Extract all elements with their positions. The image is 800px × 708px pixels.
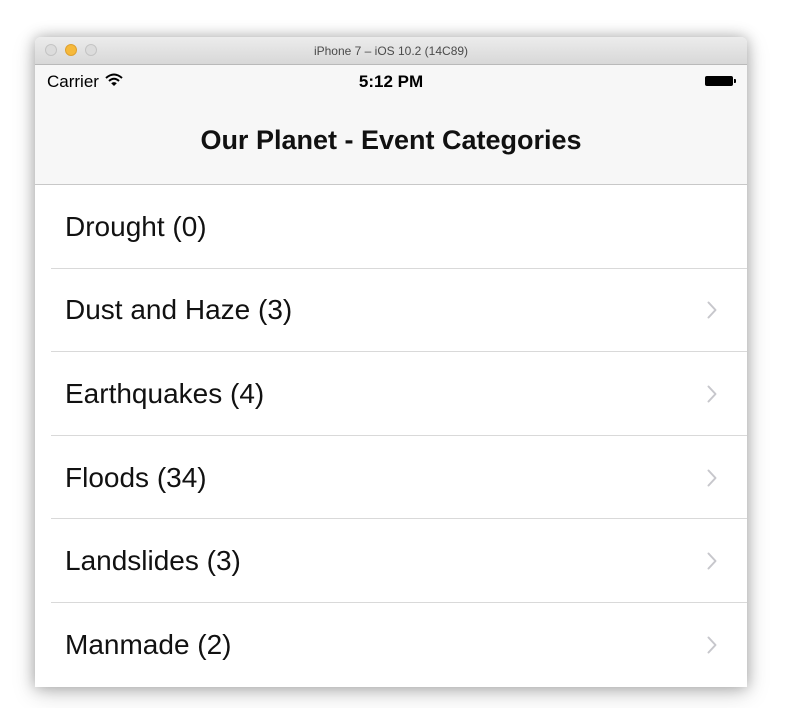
page-title: Our Planet - Event Categories	[200, 125, 582, 155]
category-row[interactable]: Dust and Haze (3)	[35, 269, 747, 353]
category-label: Floods (34)	[65, 461, 207, 493]
category-row[interactable]: Floods (34)	[35, 436, 747, 520]
chevron-right-icon	[707, 636, 717, 654]
status-bar: Carrier 5:12 PM	[35, 65, 747, 97]
window-titlebar: iPhone 7 – iOS 10.2 (14C89)	[35, 37, 747, 65]
navigation-bar: Our Planet - Event Categories	[35, 97, 747, 185]
battery-full-icon	[705, 76, 736, 86]
category-row[interactable]: Drought (0)	[35, 185, 747, 269]
window-title: iPhone 7 – iOS 10.2 (14C89)	[313, 44, 469, 58]
chevron-right-icon	[707, 469, 717, 487]
category-row[interactable]: Landslides (3)	[35, 519, 747, 603]
category-label: Landslides (3)	[65, 545, 241, 577]
category-label: Earthquakes (4)	[65, 377, 265, 409]
category-row[interactable]: Manmade (2)	[35, 603, 747, 687]
chevron-right-icon	[707, 301, 717, 319]
status-time: 5:12 PM	[358, 72, 424, 91]
category-list: Drought (0) Dust and Haze (3) Earthquakes …	[35, 185, 747, 687]
category-label: Manmade (2)	[65, 628, 232, 660]
chevron-right-icon	[707, 385, 717, 403]
simulator-window: iPhone 7 – iOS 10.2 (14C89) Carrier 5:12…	[35, 37, 747, 687]
chevron-right-icon	[707, 552, 717, 570]
category-label: Dust and Haze (3)	[65, 294, 293, 326]
category-row[interactable]: Earthquakes (4)	[35, 352, 747, 436]
category-label: Drought (0)	[65, 210, 207, 242]
